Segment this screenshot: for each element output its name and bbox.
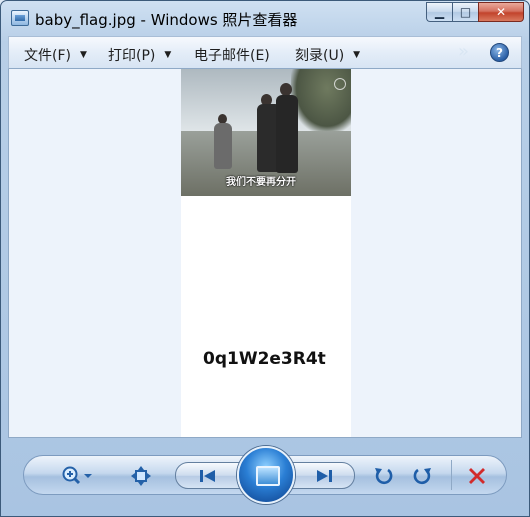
chevron-down-icon: ▼ — [164, 50, 172, 60]
previous-button[interactable] — [193, 464, 223, 488]
chevron-down-icon: ▼ — [79, 50, 87, 60]
menu-file[interactable]: 文件(F) ▼ — [24, 45, 87, 65]
title-bar[interactable]: baby_flag.jpg - Windows 照片查看器 ▁ □ ✕ — [1, 1, 529, 35]
delete-button[interactable] — [463, 462, 491, 490]
delete-icon — [469, 468, 485, 484]
previous-icon — [200, 470, 215, 482]
menu-print-label: 打印(P) — [108, 48, 156, 64]
slideshow-button[interactable] — [237, 446, 295, 504]
minimize-button[interactable]: ▁ — [426, 2, 452, 22]
more-commands-icon[interactable]: » — [458, 41, 469, 62]
image-viewing-area[interactable]: 我们不要再分开 0q1W2e3R4t — [8, 69, 522, 438]
next-button[interactable] — [309, 464, 339, 488]
fit-window-icon — [131, 466, 151, 486]
control-separator — [451, 460, 452, 490]
rotate-counterclockwise-button[interactable] — [369, 462, 397, 490]
caption-buttons: ▁ □ ✕ — [426, 2, 524, 22]
photo-viewer-app-icon[interactable] — [11, 10, 29, 26]
rotate-cw-icon — [413, 468, 431, 485]
menu-email-label: 电子邮件(E) — [194, 48, 270, 64]
watermark-logo — [334, 78, 346, 90]
zoom-icon — [62, 466, 92, 485]
menu-bar: 文件(F) ▼ 打印(P) ▼ 电子邮件(E) 刻录(U) ▼ » ? — [8, 36, 522, 69]
slideshow-icon — [256, 466, 280, 486]
menu-print[interactable]: 打印(P) ▼ — [108, 45, 171, 65]
menu-burn[interactable]: 刻录(U) ▼ — [295, 45, 360, 65]
zoom-button[interactable] — [57, 463, 97, 489]
maximize-button[interactable]: □ — [452, 2, 478, 22]
rotate-ccw-icon — [375, 468, 393, 485]
person-left — [214, 123, 232, 169]
photo-subtitle: 我们不要再分开 — [226, 177, 296, 188]
person-right — [276, 95, 298, 173]
actual-size-button[interactable] — [127, 463, 155, 489]
chevron-down-icon: ▼ — [353, 50, 361, 60]
window-title: baby_flag.jpg - Windows 照片查看器 — [35, 11, 298, 29]
help-button[interactable]: ? — [490, 43, 509, 62]
close-button[interactable]: ✕ — [478, 2, 524, 22]
menu-burn-label: 刻录(U) — [295, 48, 345, 64]
photo-scene: 我们不要再分开 — [181, 69, 351, 196]
rotate-clockwise-button[interactable] — [409, 462, 437, 490]
image-embedded-text: 0q1W2e3R4t — [203, 349, 326, 369]
menu-email[interactable]: 电子邮件(E) — [194, 45, 270, 65]
control-bar — [1, 438, 529, 516]
photo-viewer-window: baby_flag.jpg - Windows 照片查看器 ▁ □ ✕ 文件(F… — [0, 0, 530, 517]
displayed-image: 我们不要再分开 0q1W2e3R4t — [181, 69, 351, 437]
menu-file-label: 文件(F) — [24, 48, 71, 64]
next-icon — [317, 470, 332, 482]
